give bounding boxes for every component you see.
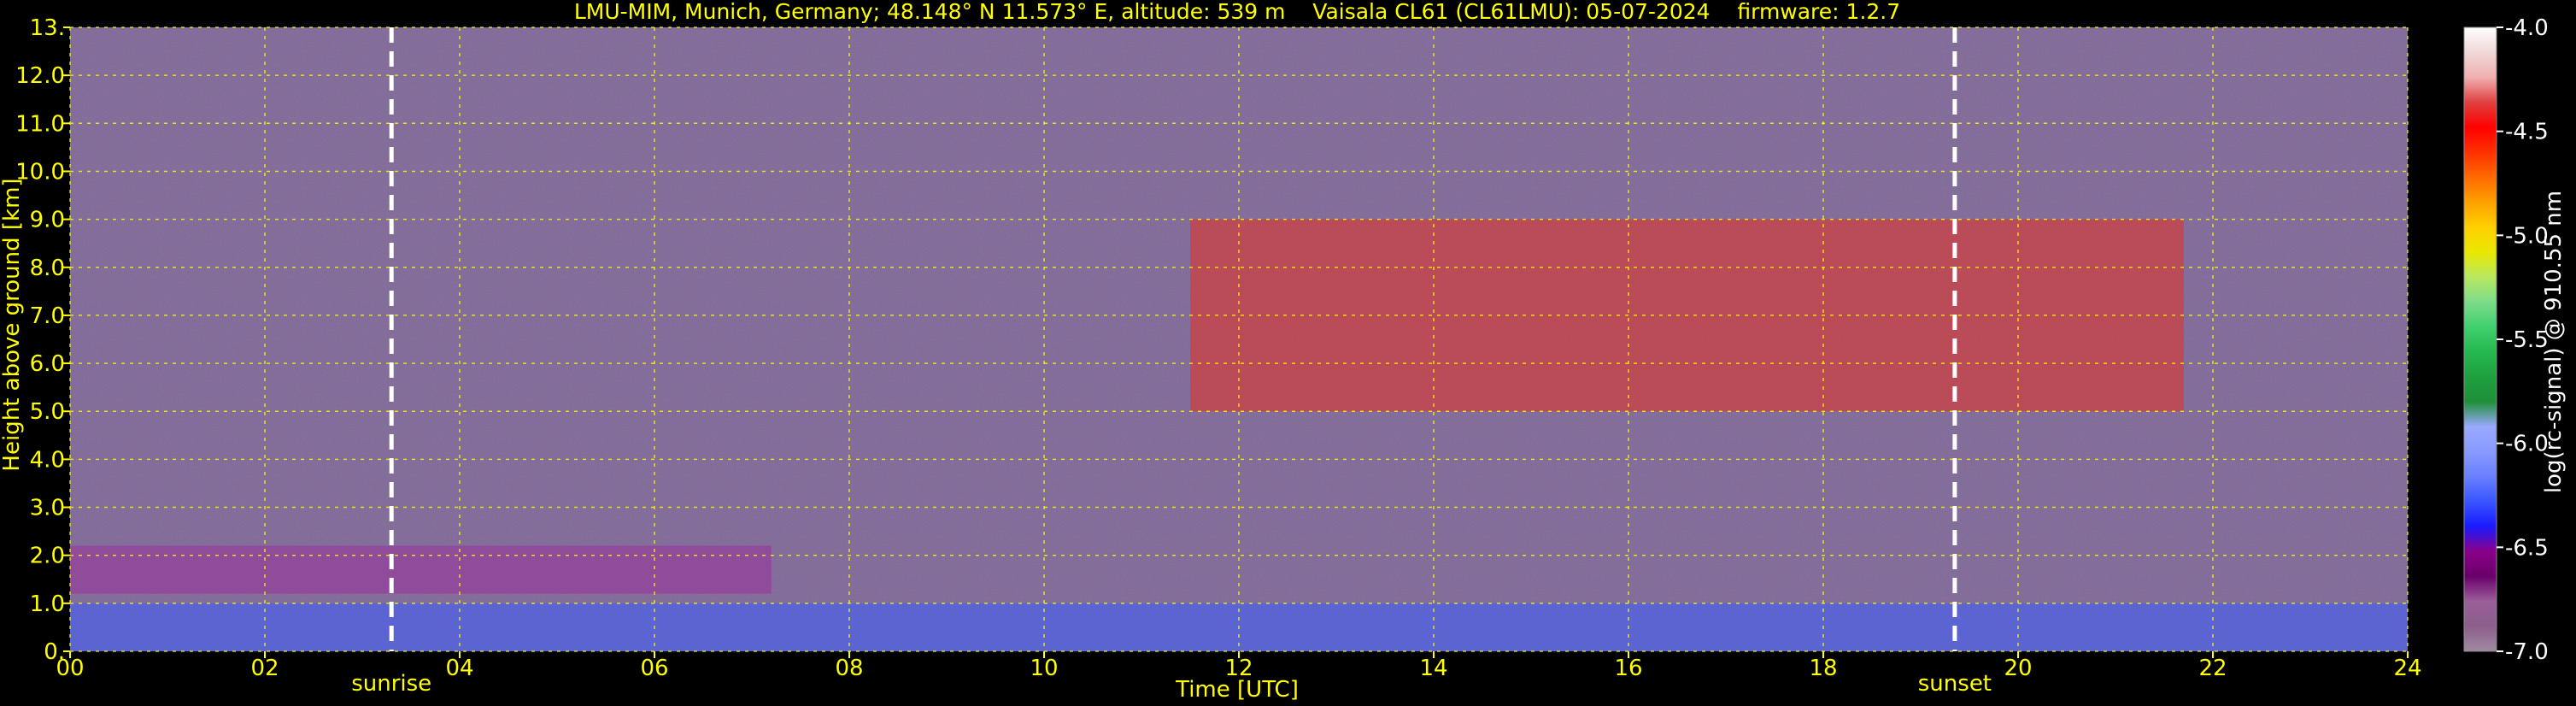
y-tick-label: 2.0: [30, 544, 65, 569]
x-tick-label: 04: [445, 656, 473, 681]
x-tick-label: 24: [2393, 656, 2421, 681]
x-tick-label: 16: [1614, 656, 1642, 681]
y-tick-label: 8.0: [30, 256, 65, 281]
y-tick-label: 5.0: [30, 399, 65, 425]
chart-title: LMU-MIM, Munich, Germany; 48.148° N 11.5…: [574, 0, 1900, 24]
x-tick-label: 10: [1030, 656, 1058, 681]
y-tick-label: 0.: [44, 639, 65, 665]
colorbar-tick-label: -4.5: [2505, 120, 2549, 145]
sunset-label: sunset: [1918, 671, 1992, 697]
y-tick-label: 7.0: [30, 303, 65, 329]
colorbar-gradient: [2463, 26, 2497, 652]
y-tick-label: 13.: [30, 15, 65, 41]
x-tick-label: 20: [2004, 656, 2032, 681]
y-tick-label: 6.0: [30, 351, 65, 377]
signal-feature: [70, 545, 772, 594]
x-tick-label: 18: [1809, 656, 1837, 681]
colorbar-tick-label: -4.0: [2505, 15, 2549, 41]
y-tick-label: 3.0: [30, 496, 65, 521]
y-tick-label: 12.0: [15, 63, 65, 89]
x-tick-label: 02: [250, 656, 279, 681]
x-tick-label: 22: [2198, 656, 2227, 681]
y-tick-label: 4.0: [30, 447, 65, 473]
x-axis-label: Time [UTC]: [1175, 677, 1299, 703]
colorbar: -4.0-4.5-5.0-5.5-6.0-6.5-7.0: [2463, 15, 2549, 665]
y-tick-label: 1.0: [30, 591, 65, 617]
y-tick-label: 9.0: [30, 208, 65, 233]
y-axis-label: Height above ground [km]: [0, 178, 25, 471]
colorbar-tick-label: -7.0: [2505, 639, 2549, 665]
x-tick-label: 14: [1419, 656, 1447, 681]
x-tick-label: 08: [835, 656, 863, 681]
colorbar-label: log(rc-signal) @ 910.55 nm: [2541, 191, 2567, 493]
sunrise-label: sunrise: [351, 671, 431, 697]
lidar-chart: LMU-MIM, Munich, Germany; 48.148° N 11.5…: [0, 0, 2567, 703]
colorbar-tick-label: -6.5: [2505, 535, 2549, 561]
y-tick-label: 11.0: [15, 111, 65, 137]
x-tick-label: 06: [640, 656, 668, 681]
